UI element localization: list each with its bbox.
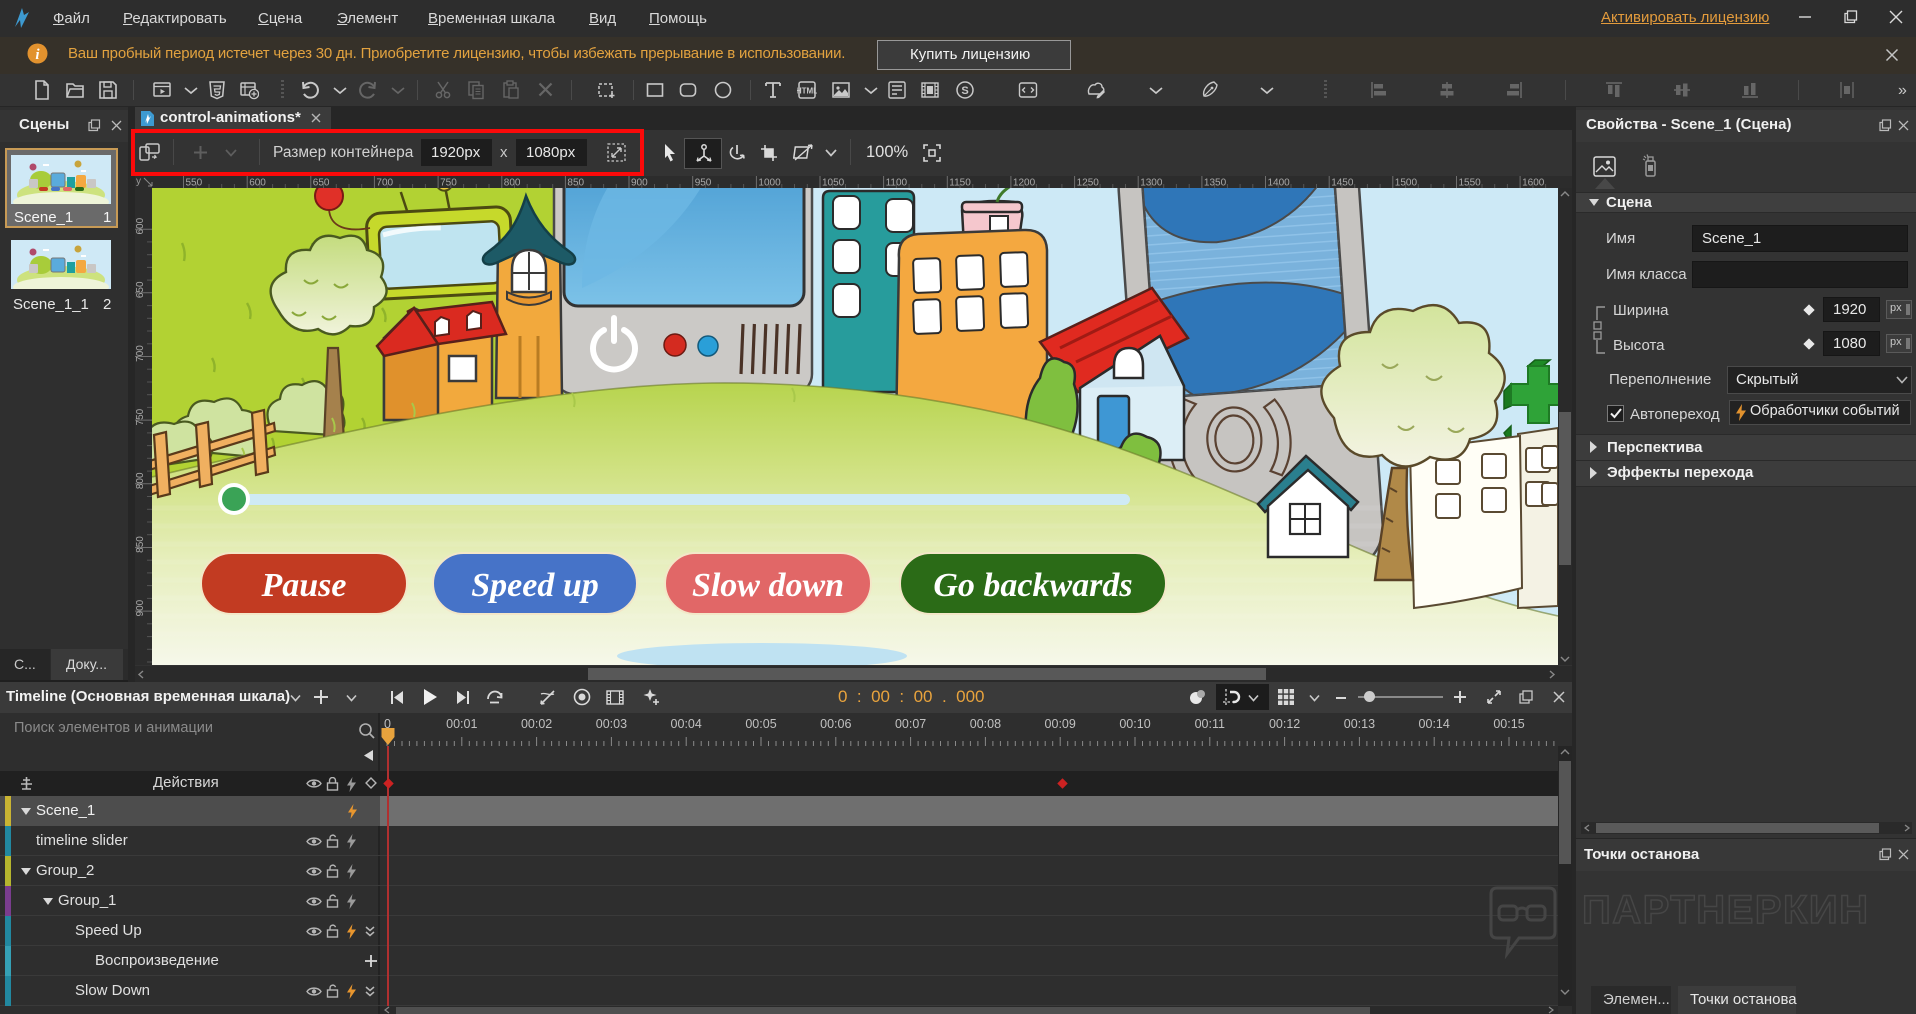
svg-text:Speed up: Speed up	[471, 567, 599, 604]
svg-text:00:04: 00:04	[671, 717, 702, 731]
svg-text:1000: 1000	[758, 178, 781, 189]
svg-text:Go backwards: Go backwards	[933, 567, 1132, 604]
svg-text:00:01: 00:01	[446, 717, 477, 731]
svg-text:900: 900	[135, 599, 146, 616]
svg-text:1350: 1350	[1204, 178, 1227, 189]
svg-text:600: 600	[249, 178, 266, 189]
svg-text:00:15: 00:15	[1493, 717, 1524, 731]
svg-text:00:03: 00:03	[596, 717, 627, 731]
svg-text:Slow down: Slow down	[692, 567, 844, 604]
svg-text:750: 750	[440, 178, 457, 189]
svg-text:00:13: 00:13	[1344, 717, 1375, 731]
svg-text:1250: 1250	[1077, 178, 1100, 189]
svg-text:00:11: 00:11	[1195, 717, 1225, 731]
svg-text:00:07: 00:07	[895, 717, 926, 731]
svg-text:00:06: 00:06	[820, 717, 851, 731]
svg-text:700: 700	[376, 178, 393, 189]
svg-text:1300: 1300	[1140, 178, 1163, 189]
svg-text:1050: 1050	[822, 178, 845, 189]
svg-text:850: 850	[567, 178, 584, 189]
svg-text:650: 650	[313, 178, 330, 189]
svg-text:800: 800	[135, 472, 146, 489]
svg-text:1450: 1450	[1331, 178, 1354, 189]
svg-text:950: 950	[695, 178, 712, 189]
svg-text:900: 900	[631, 178, 648, 189]
svg-text:00:05: 00:05	[745, 717, 776, 731]
svg-text:600: 600	[135, 217, 146, 234]
svg-text:1500: 1500	[1395, 178, 1418, 189]
svg-text:HTML: HTML	[797, 87, 817, 96]
svg-text:00:02: 00:02	[521, 717, 552, 731]
svg-text:800: 800	[504, 178, 521, 189]
svg-text:1600: 1600	[1522, 178, 1545, 189]
svg-text:550: 550	[186, 178, 203, 189]
svg-text:00:09: 00:09	[1045, 717, 1076, 731]
svg-text:750: 750	[135, 408, 146, 425]
svg-text:650: 650	[135, 281, 146, 298]
svg-text:Pause: Pause	[261, 567, 347, 604]
svg-text:00:10: 00:10	[1119, 717, 1150, 731]
svg-text:850: 850	[135, 536, 146, 553]
svg-text:1550: 1550	[1459, 178, 1482, 189]
svg-text:1200: 1200	[1013, 178, 1036, 189]
svg-text:700: 700	[135, 345, 146, 362]
svg-text:00:14: 00:14	[1419, 717, 1450, 731]
svg-text:00:12: 00:12	[1269, 717, 1300, 731]
svg-text:1400: 1400	[1268, 178, 1291, 189]
svg-text:S: S	[961, 85, 968, 97]
svg-text:00:08: 00:08	[970, 717, 1001, 731]
